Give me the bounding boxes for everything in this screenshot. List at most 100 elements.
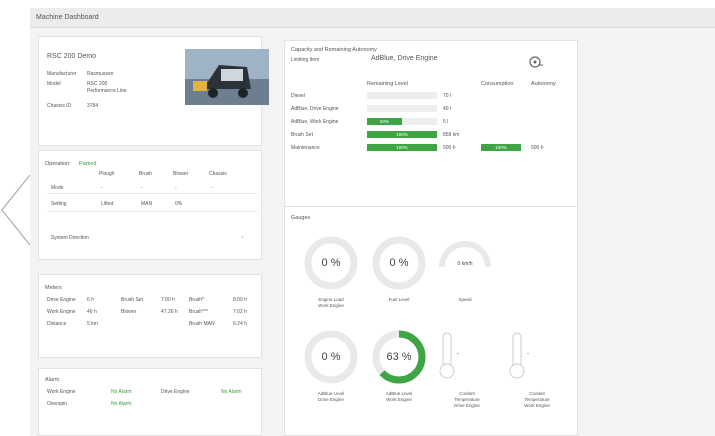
meter-label: Brush Set — [121, 297, 143, 303]
remaining-amount: 40 l — [443, 106, 452, 112]
meter-label: Brush*** — [189, 309, 208, 315]
thermometer-icon — [509, 332, 525, 379]
gauge-value: - — [527, 351, 529, 357]
gauge-value: - — [457, 351, 459, 357]
meter-value: 8:09 h — [233, 297, 247, 303]
remaining-level-bar: 50% — [367, 118, 437, 125]
remaining-level-bar — [367, 92, 437, 99]
col-header: Chassis — [209, 171, 227, 177]
col-remaining-level: Remaining Level — [367, 81, 408, 87]
remaining-level-fill: 50% — [367, 118, 402, 125]
remaining-level-fill: 100% — [367, 144, 437, 151]
gauge: 0 km/h Speed — [433, 231, 497, 327]
remaining-amount: 500 h — [443, 145, 456, 151]
field-value: RSC 200 Performance Line — [87, 81, 127, 94]
alarm-label: Work Engine — [47, 389, 76, 395]
consumption-bar: 100% — [481, 144, 521, 151]
capacity-row-label: AdBlue, Drive Engine — [291, 106, 339, 112]
cell: 0% — [175, 201, 183, 207]
cell: MAN — [141, 201, 153, 207]
back-chevron-icon[interactable] — [0, 175, 32, 245]
operation-label: Operation: — [45, 161, 71, 167]
gauge: 0 % Fuel Level — [367, 231, 431, 327]
remaining-level-bar: 100% — [367, 144, 437, 151]
remaining-level-fill: 100% — [367, 131, 437, 138]
meter-value: 5 km — [87, 321, 98, 327]
operation-status: Parked — [79, 161, 97, 167]
remaining-level-bar — [367, 105, 437, 112]
cell: Lifted — [101, 201, 114, 207]
gauge: - Coolant Temperature Work Engine — [505, 325, 569, 421]
meter-value: 47.26 h — [161, 309, 178, 315]
field-value: 3784 — [87, 103, 99, 109]
col-autonomy: Autonomy — [531, 81, 556, 87]
gauges-card: Gauges 0 % Engine Load Work Engine 0 % Fuel… — [284, 206, 578, 436]
meter-label: Work Engine — [47, 309, 76, 315]
meter-value: 46 h — [87, 309, 97, 315]
gauge: 63 % AdBlue Level Work Engine — [367, 325, 431, 421]
capacity-card: Capacity and Remaining Autonomy Limiting… — [284, 40, 578, 216]
settings-gauge-icon[interactable] — [528, 55, 544, 69]
capacity-row-label: AdBlue, Work Engine — [291, 119, 339, 125]
limiting-item-label: Limiting Item — [291, 57, 320, 63]
meter-value: 6 h — [87, 297, 94, 303]
row-label: Setting — [51, 201, 67, 207]
window-title: Machine Dashboard — [30, 8, 715, 28]
remaining-level-bar: 100% — [367, 131, 437, 138]
meter-label: Distance — [47, 321, 67, 327]
gauge-value: 63 % — [386, 351, 412, 363]
capacity-title: Capacity and Remaining Autonomy — [291, 47, 377, 53]
consumption-fill: 100% — [481, 144, 521, 151]
gauge-label: Engine Load Work Engine — [318, 297, 344, 308]
capacity-row-label: Maintenance — [291, 145, 320, 151]
gauge-label: Coolant Temperature Work Engine — [524, 391, 550, 408]
thermometer-icon — [439, 332, 455, 379]
cell: - — [175, 185, 177, 191]
alarm-status: No Alarm — [111, 389, 132, 395]
meter-label: Blower — [121, 309, 137, 315]
machine-name: RSC 200 Demo — [47, 53, 97, 60]
col-header: Plough — [99, 171, 115, 177]
field-label: Chassis ID — [47, 103, 72, 109]
autonomy-value: 500 h — [531, 145, 544, 151]
field-label: Manufacturer — [47, 71, 77, 77]
machine-info-card: RSC 200 Demo Manufacturer Rasmussen Mode… — [38, 36, 269, 146]
gauge-value: 0 % — [321, 351, 341, 363]
gauge-value: 0 km/h — [457, 261, 473, 267]
capacity-row-label: Brush Set — [291, 132, 313, 138]
gauge-value: 0 % — [389, 257, 409, 269]
gauge-label: Coolant Temperature Drive Engine — [454, 391, 480, 408]
cell: - — [101, 185, 103, 191]
system-direction-value: ↑ — [241, 235, 244, 241]
alarm-title: Alarm — [45, 377, 60, 383]
remaining-amount: 858 km — [443, 132, 460, 138]
gauge: 0 % Engine Load Work Engine — [299, 231, 363, 327]
gauge-label: Speed — [458, 297, 472, 302]
cell: - — [211, 185, 213, 191]
gauge-label: Fuel Level — [388, 297, 410, 302]
alarm-status: No Alarm — [221, 389, 242, 395]
meters-card: Meters Drive Engine 6 h Brush Set 7:00 h… — [38, 274, 262, 358]
alarm-card: Alarm Work Engine No Alarm Drive Engine … — [38, 368, 262, 436]
divider — [47, 193, 257, 194]
field-value: Rasmussen — [87, 71, 114, 77]
divider — [47, 211, 257, 212]
cell: - — [141, 185, 143, 191]
meter-value: 6:24 h — [233, 321, 247, 327]
gauge-value: 0 % — [321, 257, 341, 269]
col-consumption: Consumption — [481, 81, 514, 87]
row-label: Mode — [51, 185, 64, 191]
meter-value: 7:02 h — [233, 309, 247, 315]
remaining-amount: 70 l — [443, 93, 452, 99]
meter-label: Drive Engine — [47, 297, 76, 303]
col-header: Brush — [139, 171, 153, 177]
gauges-title: Gauges — [291, 215, 311, 221]
gauge-label: AdBlue Level Drive Engine — [317, 391, 345, 402]
alarm-label: Overspin — [47, 401, 68, 407]
col-header: Blower — [173, 171, 189, 177]
capacity-row-label: Diesel — [291, 93, 305, 99]
alarm-status: No Alarm — [111, 401, 132, 407]
system-direction-label: System Direction — [51, 235, 89, 241]
limiting-item-value: AdBlue, Drive Engine — [371, 55, 438, 62]
meter-label: Brush MAN — [189, 321, 215, 327]
